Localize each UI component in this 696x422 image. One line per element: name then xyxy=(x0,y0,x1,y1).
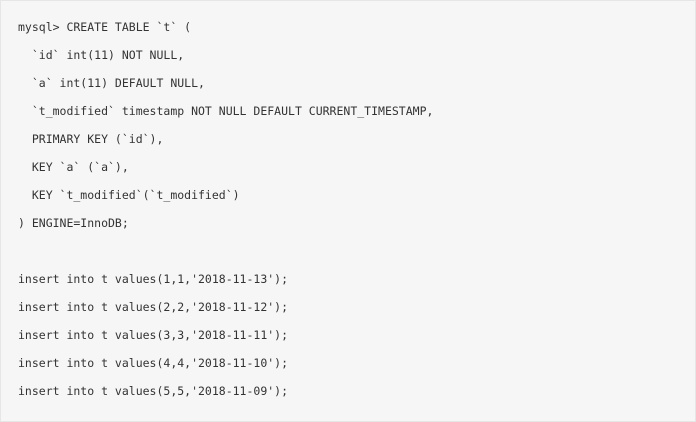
code-line: `t_modified` timestamp NOT NULL DEFAULT … xyxy=(18,104,434,118)
code-line: KEY `a` (`a`), xyxy=(18,160,129,174)
code-line: `id` int(11) NOT NULL, xyxy=(18,48,185,62)
code-line: insert into t values(1,1,'2018-11-13'); xyxy=(18,272,289,286)
code-line: insert into t values(2,2,'2018-11-12'); xyxy=(18,300,289,314)
code-line: KEY `t_modified`(`t_modified`) xyxy=(18,188,240,202)
code-line: ) ENGINE=InnoDB; xyxy=(18,216,129,230)
code-line: mysql> CREATE TABLE `t` ( xyxy=(18,20,192,34)
code-line: insert into t values(4,4,'2018-11-10'); xyxy=(18,356,289,370)
code-line: `a` int(11) DEFAULT NULL, xyxy=(18,76,205,90)
code-line: insert into t values(5,5,'2018-11-09'); xyxy=(18,384,289,398)
code-line: PRIMARY KEY (`id`), xyxy=(18,132,164,146)
code-line: insert into t values(3,3,'2018-11-11'); xyxy=(18,328,289,342)
code-block: mysql> CREATE TABLE `t` ( `id` int(11) N… xyxy=(0,0,696,422)
